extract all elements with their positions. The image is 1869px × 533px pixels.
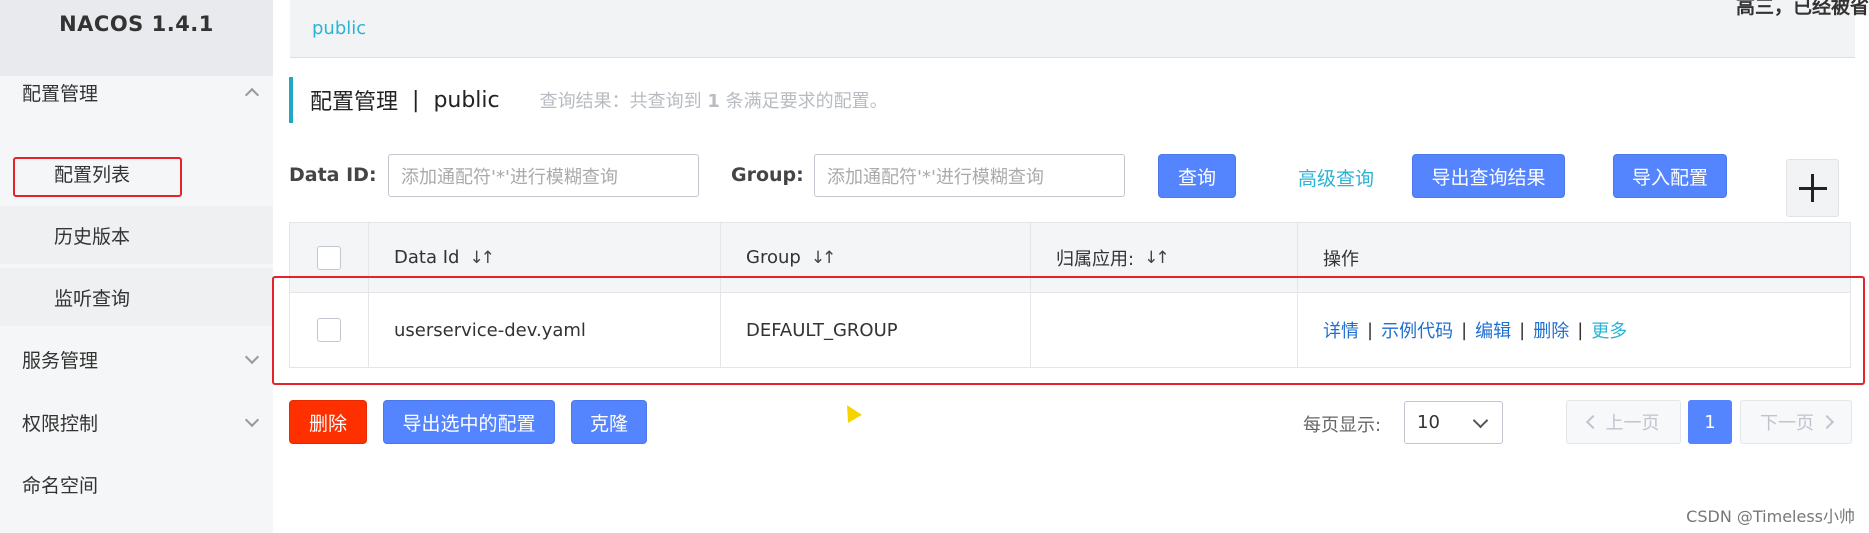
data-id-label: Data ID:: [289, 164, 377, 186]
sidebar-subitem-label: 监听查询: [54, 287, 131, 310]
column-label: 操作: [1323, 248, 1359, 270]
add-config-button[interactable]: [1786, 159, 1839, 217]
page-size-value: 10: [1417, 412, 1440, 433]
page-header: 配置管理 | public 查询结果：共查询到 1 条满足要求的配置。: [289, 77, 1849, 123]
summary-prefix: 查询结果：共查询到: [539, 91, 702, 112]
select-all-checkbox[interactable]: [317, 245, 341, 270]
page-size-select[interactable]: 10: [1404, 401, 1503, 444]
chevron-right-icon: [1819, 414, 1835, 430]
summary-count: 1: [707, 91, 720, 112]
sidebar-item-label: 命名空间: [22, 474, 99, 497]
prev-page-button[interactable]: 上一页: [1566, 400, 1681, 444]
sidebar-item-service-management[interactable]: 服务管理: [0, 331, 273, 387]
group-placeholder: 添加通配符'*'进行模糊查询: [827, 166, 1044, 188]
page-size-label: 每页显示:: [1303, 415, 1382, 436]
column-label: Data Id: [394, 247, 460, 268]
sidebar-item-label: 配置管理: [22, 82, 99, 105]
tab-namespace-public[interactable]: public: [312, 18, 366, 39]
advanced-query-link[interactable]: 高级查询: [1298, 164, 1374, 191]
group-input[interactable]: 添加通配符'*'进行模糊查询: [814, 154, 1125, 197]
sidebar-item-label: 服务管理: [22, 349, 99, 372]
sidebar-item-permission-control[interactable]: 权限控制: [0, 394, 273, 450]
overlay-caption: 高三，已经被省: [1735, 0, 1869, 18]
chevron-up-icon: [244, 87, 260, 103]
import-config-button[interactable]: 导入配置: [1613, 154, 1727, 198]
next-page-label: 下一页: [1760, 413, 1814, 434]
chevron-down-icon: [244, 412, 260, 428]
export-selected-button[interactable]: 导出选中的配置: [383, 400, 555, 444]
sort-icon[interactable]: ↓↑: [469, 248, 494, 268]
sort-icon[interactable]: ↓↑: [1144, 248, 1169, 268]
page-title: 配置管理: [310, 90, 399, 115]
next-page-button[interactable]: 下一页: [1740, 400, 1852, 444]
sort-icon[interactable]: ↓↑: [811, 248, 836, 268]
page-number-current[interactable]: 1: [1688, 400, 1732, 444]
sidebar-item-config-management[interactable]: 配置管理: [0, 64, 273, 120]
delete-button[interactable]: 删除: [289, 400, 367, 444]
summary-suffix: 条满足要求的配置。: [725, 91, 888, 112]
page-namespace: public: [433, 87, 500, 113]
highlight-box-row: [272, 276, 1865, 385]
column-label: Group: [746, 247, 801, 268]
plus-icon-vertical: [1811, 174, 1814, 202]
group-label: Group:: [731, 164, 804, 186]
title-separator: |: [412, 87, 420, 113]
column-label: 归属应用:: [1056, 248, 1135, 270]
sidebar: NACOS 1.4.1 配置管理 配置列表 历史版本 监听查询 服务管理 权限控…: [0, 0, 273, 533]
chevron-down-icon: [1472, 412, 1489, 429]
sidebar-subitem-history[interactable]: 历史版本: [0, 206, 273, 264]
export-results-button[interactable]: 导出查询结果: [1412, 154, 1565, 198]
mouse-cursor-icon: [840, 401, 862, 423]
chevron-left-icon: [1585, 414, 1600, 430]
sidebar-subitem-label: 历史版本: [54, 225, 131, 248]
watermark: CSDN @Timeless小帅: [1686, 507, 1855, 526]
data-id-input[interactable]: 添加通配符'*'进行模糊查询: [388, 154, 699, 197]
clone-button[interactable]: 克隆: [571, 400, 647, 444]
sidebar-item-namespace[interactable]: 命名空间: [0, 456, 273, 512]
result-summary: 查询结果：共查询到 1 条满足要求的配置。: [540, 87, 888, 113]
chevron-down-icon: [244, 349, 260, 365]
namespace-tab-bar: public: [290, 0, 1855, 58]
sidebar-item-label: 权限控制: [22, 412, 99, 435]
sidebar-subitem-listener-query[interactable]: 监听查询: [0, 268, 273, 326]
data-id-placeholder: 添加通配符'*'进行模糊查询: [401, 166, 618, 188]
prev-page-label: 上一页: [1605, 413, 1660, 434]
highlight-box-sidebar: [13, 157, 182, 197]
query-button[interactable]: 查询: [1158, 154, 1236, 198]
